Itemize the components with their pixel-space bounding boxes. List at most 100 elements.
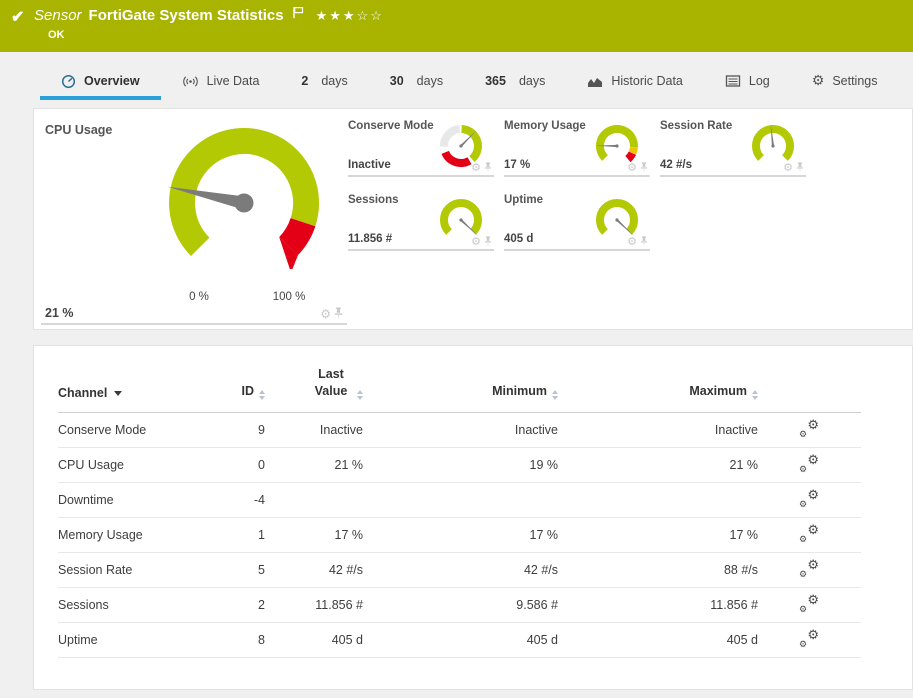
pin-icon[interactable]: [334, 307, 343, 320]
channel-id: -4: [218, 482, 273, 518]
gear-icon: ⚙: [807, 592, 819, 608]
pin-icon[interactable]: [484, 162, 492, 173]
channel-minimum: Inactive: [371, 412, 566, 448]
channel-name[interactable]: Conserve Mode: [58, 412, 218, 448]
channels-table: Channel ID Last Value Minimum Maximum Co…: [58, 366, 861, 658]
gear-icon[interactable]: ⚙: [471, 162, 481, 173]
table-row[interactable]: Memory Usage 1 17 % 17 % 17 % ⚙ ⚙: [58, 517, 861, 553]
gauge-scale-min: 0 %: [189, 291, 209, 303]
channel-id: 5: [218, 552, 273, 588]
cpu-usage-tile: CPU Usage 0 % 100 % 21 % ⚙: [41, 115, 347, 325]
edit-channel-icon[interactable]: ⚙ ⚙: [799, 592, 819, 614]
edit-channel-icon[interactable]: ⚙ ⚙: [799, 452, 819, 474]
column-header-channel[interactable]: Channel: [58, 366, 218, 413]
tab-number: 2: [301, 74, 309, 88]
column-header-minimum[interactable]: Minimum: [371, 366, 566, 413]
tab-number: 365: [485, 74, 506, 88]
tab-bar: Overview Live Data 2 days 30 days 365 da…: [40, 62, 913, 100]
gear-icon[interactable]: ⚙: [627, 236, 637, 247]
column-label: ID: [241, 383, 255, 398]
live-signal-icon: [182, 75, 198, 87]
conserve-mode-tile: Conserve Mode Inactive ⚙: [348, 115, 494, 177]
tab-label: Overview: [84, 74, 140, 88]
channel-id: 0: [218, 447, 273, 483]
gear-icon[interactable]: ⚙: [627, 162, 637, 173]
tab-overview[interactable]: Overview: [40, 62, 161, 100]
tab-30-days[interactable]: 30 days: [369, 62, 464, 100]
uptime-tile: Uptime 405 d ⚙: [504, 189, 650, 251]
channel-name[interactable]: Sessions: [58, 587, 218, 623]
edit-channel-icon[interactable]: ⚙ ⚙: [799, 522, 819, 544]
gear-icon[interactable]: ⚙: [320, 308, 331, 320]
gauge-title: Sessions: [348, 194, 399, 206]
table-row[interactable]: Downtime -4 ⚙ ⚙: [58, 482, 861, 518]
edit-channel-icon[interactable]: ⚙ ⚙: [799, 627, 819, 649]
tab-2-days[interactable]: 2 days: [280, 62, 368, 100]
gear-icon: ⚙: [799, 534, 808, 545]
gear-icon: ⚙: [799, 569, 808, 580]
column-header-last-value[interactable]: Last Value: [273, 366, 371, 413]
tab-live-data[interactable]: Live Data: [161, 62, 281, 100]
channel-name[interactable]: Downtime: [58, 482, 218, 518]
channel-name[interactable]: Memory Usage: [58, 517, 218, 553]
channel-name[interactable]: Uptime: [58, 622, 218, 658]
channel-name[interactable]: CPU Usage: [58, 447, 218, 483]
table-row[interactable]: Sessions 2 11.856 # 9.586 # 11.856 # ⚙ ⚙: [58, 587, 861, 623]
tab-365-days[interactable]: 365 days: [464, 62, 566, 100]
channel-maximum: 405 d: [566, 622, 766, 658]
tab-label: days: [518, 74, 546, 88]
ok-check-icon: ✔: [11, 9, 25, 26]
gear-icon: ⚙: [799, 639, 808, 650]
pin-icon[interactable]: [640, 162, 648, 173]
channel-maximum: 88 #/s: [566, 552, 766, 588]
channel-last-value: [273, 482, 371, 518]
column-header-id[interactable]: ID: [218, 366, 273, 413]
gear-icon[interactable]: ⚙: [471, 236, 481, 247]
gauge-value: 42 #/s: [660, 159, 692, 171]
channel-last-value: 42 #/s: [273, 552, 371, 588]
priority-stars[interactable]: ★★★☆☆: [316, 8, 384, 24]
column-label: Channel: [58, 385, 108, 400]
column-header-maximum[interactable]: Maximum: [566, 366, 766, 413]
edit-channel-icon[interactable]: ⚙ ⚙: [799, 417, 819, 439]
channel-name[interactable]: Session Rate: [58, 552, 218, 588]
sensor-header: ✔ Sensor FortiGate System Statistics ★★★…: [0, 0, 913, 52]
table-row[interactable]: Session Rate 5 42 #/s 42 #/s 88 #/s ⚙ ⚙: [58, 552, 861, 588]
table-row[interactable]: Uptime 8 405 d 405 d 405 d ⚙ ⚙: [58, 622, 861, 658]
column-label: Maximum: [689, 383, 747, 398]
gear-icon: ⚙: [811, 73, 825, 89]
tab-log[interactable]: Log: [704, 62, 791, 100]
channel-maximum: Inactive: [566, 412, 766, 448]
sort-icon: [357, 389, 363, 400]
gear-icon: ⚙: [799, 499, 808, 510]
gauge-value: 11.856 #: [348, 233, 393, 245]
session-rate-tile: Session Rate 42 #/s ⚙: [660, 115, 806, 177]
edit-channel-icon[interactable]: ⚙ ⚙: [799, 487, 819, 509]
table-row[interactable]: Conserve Mode 9 Inactive Inactive Inacti…: [58, 412, 861, 448]
channels-table-panel: Channel ID Last Value Minimum Maximum Co…: [33, 345, 913, 690]
channel-minimum: 42 #/s: [371, 552, 566, 588]
area-chart-icon: [588, 78, 603, 87]
pin-icon[interactable]: [796, 162, 804, 173]
pin-icon[interactable]: [640, 236, 648, 247]
channel-minimum: 9.586 #: [371, 587, 566, 623]
channel-last-value: 405 d: [273, 622, 371, 658]
cpu-usage-gauge: [129, 117, 359, 274]
log-list-icon: [725, 75, 741, 87]
channel-id: 9: [218, 412, 273, 448]
pin-icon[interactable]: [484, 236, 492, 247]
gear-icon: ⚙: [807, 417, 819, 433]
tab-historic-data[interactable]: Historic Data: [566, 62, 704, 100]
gauge-title: Memory Usage: [504, 120, 586, 132]
edit-channel-icon[interactable]: ⚙ ⚙: [799, 557, 819, 579]
channel-id: 2: [218, 587, 273, 623]
gear-icon[interactable]: ⚙: [783, 162, 793, 173]
channel-id: 8: [218, 622, 273, 658]
gauges-panel: CPU Usage 0 % 100 % 21 % ⚙ Conserve Mode…: [33, 108, 913, 330]
priority-flag-icon[interactable]: [292, 6, 304, 19]
gear-icon: ⚙: [807, 627, 819, 643]
tab-settings[interactable]: ⚙ Settings: [791, 62, 899, 100]
table-row[interactable]: CPU Usage 0 21 % 19 % 21 % ⚙ ⚙: [58, 447, 861, 483]
gauge-value: Inactive: [348, 159, 391, 171]
column-label: Minimum: [492, 383, 547, 398]
